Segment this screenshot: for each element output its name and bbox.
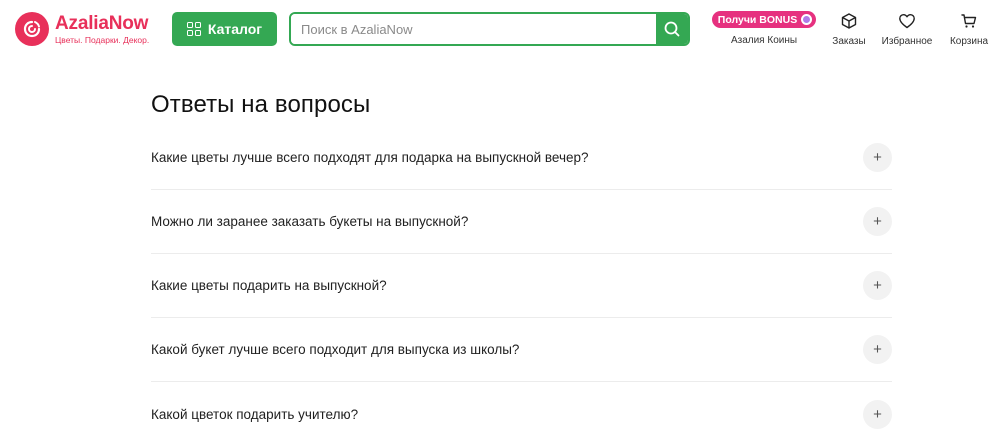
nav-favorites[interactable]: Избранное xyxy=(876,11,938,47)
grid-icon xyxy=(186,22,201,36)
coin-icon xyxy=(801,14,813,25)
faq-question: Можно ли заранее заказать букеты на выпу… xyxy=(151,214,469,229)
catalog-button[interactable]: Каталог xyxy=(172,12,277,46)
bonus-caption: Азалия Коины xyxy=(730,35,798,46)
brand-tagline: Цветы. Подарки. Декор. xyxy=(55,34,150,45)
search-button[interactable] xyxy=(656,14,688,44)
faq-question: Какой цветок подарить учителю? xyxy=(151,406,359,422)
faq-question: Какие цветы подарить на выпускной? xyxy=(151,278,387,293)
rose-logo-icon xyxy=(15,12,49,46)
expand-plus-icon[interactable]: + xyxy=(863,399,892,429)
brand-name: AzaliaNow xyxy=(55,12,149,34)
brand-logo[interactable]: AzaliaNow Цветы. Подарки. Декор. xyxy=(15,12,149,46)
faq-title: Ответы на вопросы xyxy=(151,91,371,118)
bonus-badge: Получи BONUS xyxy=(711,11,817,28)
site-header: AzaliaNow Цветы. Подарки. Декор. Каталог… xyxy=(0,0,1000,62)
expand-plus-icon[interactable]: + xyxy=(863,143,892,172)
search-icon xyxy=(664,21,680,37)
expand-plus-icon[interactable]: + xyxy=(863,335,892,364)
faq-item[interactable]: Можно ли заранее заказать букеты на выпу… xyxy=(151,190,892,254)
faq-section: Ответы на вопросы Какие цветы лучше всег… xyxy=(151,90,892,434)
expand-plus-icon[interactable]: + xyxy=(863,271,892,300)
nav-cart[interactable]: Корзина xyxy=(945,11,993,47)
faq-item[interactable]: Какой цветок подарить учителю? + xyxy=(151,382,892,434)
nav-orders-label: Заказы xyxy=(832,36,866,47)
bonus-promo[interactable]: Получи BONUS Азалия Коины xyxy=(708,11,820,46)
faq-item[interactable]: Какой букет лучше всего подходит для вып… xyxy=(151,318,892,382)
nav-orders[interactable]: Заказы xyxy=(830,11,868,47)
faq-item[interactable]: Какие цветы лучше всего подходят для под… xyxy=(151,126,892,190)
faq-item[interactable]: Какие цветы подарить на выпускной? + xyxy=(151,254,892,318)
search-bar xyxy=(289,12,690,46)
faq-question: Какой букет лучше всего подходит для вып… xyxy=(151,342,520,357)
nav-cart-label: Корзина xyxy=(949,36,989,47)
nav-favorites-label: Избранное xyxy=(881,36,933,47)
cart-icon xyxy=(960,11,978,31)
expand-plus-icon[interactable]: + xyxy=(863,207,892,236)
catalog-button-label: Каталог xyxy=(207,21,263,37)
search-input[interactable] xyxy=(291,14,656,44)
faq-question: Какие цветы лучше всего подходят для под… xyxy=(151,150,589,165)
bonus-label: Получи BONUS xyxy=(717,13,798,26)
heart-icon xyxy=(898,11,916,31)
box-icon xyxy=(840,11,858,31)
